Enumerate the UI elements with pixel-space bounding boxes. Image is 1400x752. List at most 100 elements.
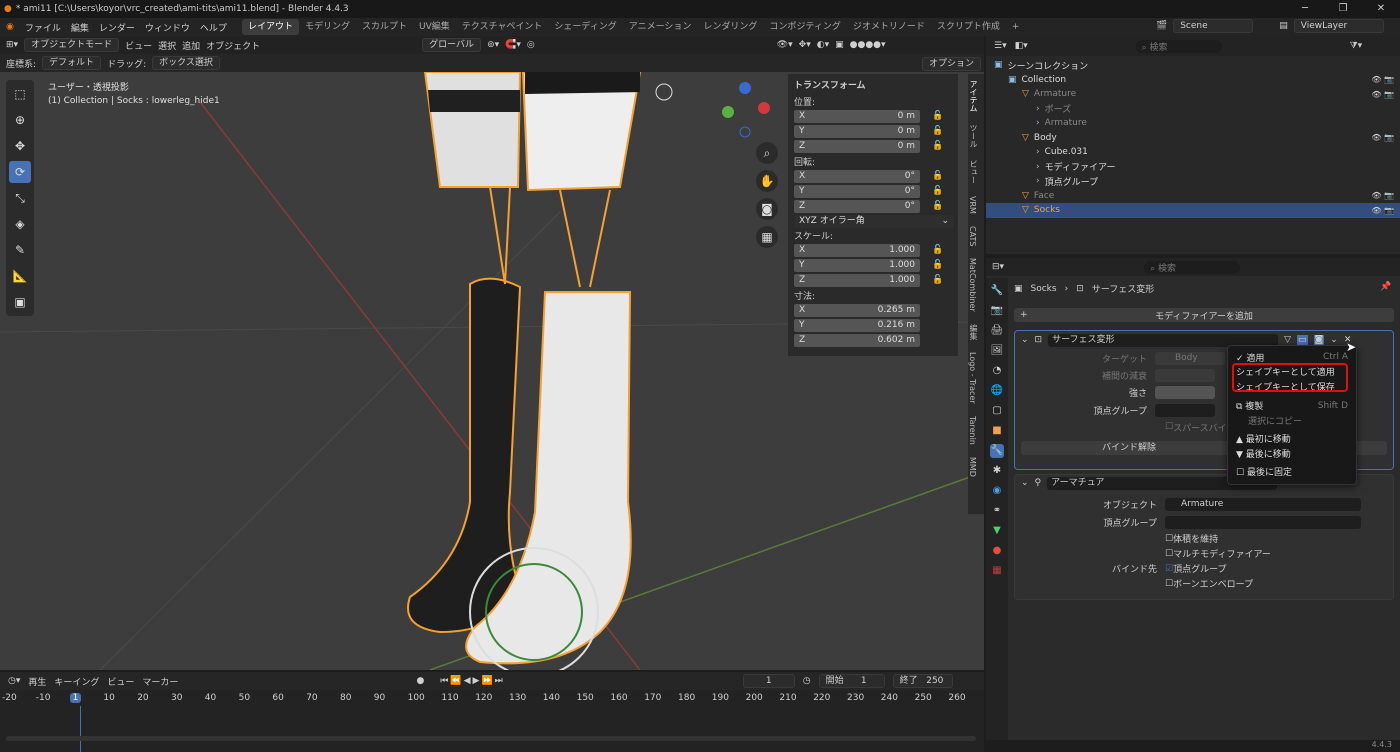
annotate-icon[interactable]: ✎ bbox=[9, 239, 31, 261]
xray-icon[interactable]: ▣ bbox=[835, 40, 844, 50]
menu-view[interactable]: ビュー bbox=[125, 39, 152, 52]
render-display-icon[interactable]: ◙ bbox=[1313, 335, 1325, 345]
tab-logo-tracer[interactable]: Logo - Tracer bbox=[968, 346, 977, 410]
preserve-volume-checkbox[interactable]: ☐ bbox=[1165, 534, 1173, 544]
armature-object-field[interactable]: Armature bbox=[1165, 497, 1361, 511]
navigation-gizmo[interactable] bbox=[722, 82, 770, 138]
dropdown-icon[interactable]: ⌄ bbox=[1330, 335, 1338, 345]
tab-mmd[interactable]: MMD bbox=[968, 451, 977, 483]
copy-to-selected-menu-item[interactable]: 選択にコピー bbox=[1228, 413, 1356, 428]
visibility-eye-icon[interactable]: 👁 📷 bbox=[1371, 75, 1400, 84]
tab-item[interactable]: アイテム bbox=[968, 74, 979, 118]
loc-y-field[interactable]: Y0 m bbox=[794, 124, 920, 138]
timeline-editor-icon[interactable]: ◷▾ bbox=[8, 676, 20, 686]
start-frame-field[interactable]: 開始 1 bbox=[818, 674, 885, 688]
menu-file[interactable]: ファイル bbox=[20, 21, 66, 34]
outliner-row[interactable]: › 頂点グループ bbox=[986, 174, 1400, 189]
collapse-icon[interactable]: ⌄ bbox=[1021, 478, 1029, 488]
outliner-row[interactable]: ▽ Socks 👁 📷 bbox=[986, 203, 1400, 218]
menu-add[interactable]: 追加 bbox=[182, 39, 200, 52]
gizmo-icon[interactable]: ✥▾ bbox=[799, 40, 811, 50]
duplicate-menu-item[interactable]: ⧉ 複製 Shift D bbox=[1228, 399, 1356, 414]
properties-editor-icon[interactable]: ⊟▾ bbox=[992, 262, 1004, 272]
tab-shading[interactable]: シェーディング bbox=[548, 19, 622, 35]
cursor-icon[interactable]: ⊕ bbox=[9, 109, 31, 131]
menu-edit[interactable]: 編集 bbox=[66, 21, 94, 34]
outliner-editor-icon[interactable]: ☰▾ bbox=[994, 41, 1007, 51]
view-layer-tab-icon[interactable]: 🖼 bbox=[990, 344, 1004, 358]
bind-vgroup-checkbox[interactable]: ☑ bbox=[1165, 564, 1173, 574]
snap-icon[interactable]: 🧲▾ bbox=[505, 40, 521, 50]
falloff-field[interactable] bbox=[1155, 368, 1215, 382]
collection-tab-icon[interactable]: ▢ bbox=[990, 404, 1004, 418]
viewlayer-field[interactable]: ViewLayer bbox=[1293, 19, 1384, 33]
lock-icon[interactable]: 🔓 bbox=[932, 186, 943, 196]
measure-icon[interactable]: 📐 bbox=[9, 265, 31, 287]
dim-y-field[interactable]: Y 0.216 m bbox=[794, 318, 920, 332]
tab-cats[interactable]: CATS bbox=[968, 220, 977, 252]
tab-sculpt[interactable]: スカルプト bbox=[356, 19, 413, 35]
texture-tab-icon[interactable]: ▦ bbox=[990, 564, 1004, 578]
viewport-display-icon[interactable]: ▭ bbox=[1297, 335, 1308, 345]
lock-icon[interactable]: 🔓 bbox=[932, 126, 943, 136]
outliner-row[interactable]: ▽ Face 👁 📷 bbox=[986, 189, 1400, 204]
menu-window[interactable]: ウィンドウ bbox=[140, 21, 195, 34]
minimize-button[interactable]: ─ bbox=[1286, 0, 1324, 18]
overlay-icon[interactable]: ◐▾ bbox=[817, 40, 829, 50]
playhead[interactable] bbox=[80, 706, 81, 752]
outliner-row[interactable]: ▣ シーンコレクション bbox=[986, 58, 1400, 73]
scene-tab-icon[interactable]: ◔ bbox=[990, 364, 1004, 378]
select-box-icon[interactable]: ⬚ bbox=[9, 83, 31, 105]
tab-edit[interactable]: 編集 bbox=[968, 318, 979, 346]
lock-icon[interactable]: 🔓 bbox=[932, 141, 943, 151]
outliner-row[interactable]: › ポーズ bbox=[986, 102, 1400, 117]
editmode-icon[interactable]: ▽ bbox=[1284, 335, 1291, 345]
tab-texture-paint[interactable]: テクスチャペイント bbox=[456, 19, 549, 35]
frame-ruler[interactable]: -20 -10 1 10 20 30 40 50 60 70 80 90 100 110 120 130 140… bbox=[0, 690, 984, 706]
scale-x-field[interactable]: X 1.000 bbox=[794, 243, 920, 257]
tab-geometry-nodes[interactable]: ジオメトリノード bbox=[847, 19, 931, 35]
3d-cursor-icon[interactable] bbox=[655, 83, 673, 101]
properties-search[interactable]: ⌕ 検索 bbox=[1144, 260, 1241, 274]
scene-field[interactable]: Scene bbox=[1173, 19, 1254, 33]
dim-z-field[interactable]: Z 0.602 m bbox=[794, 333, 920, 347]
object-tab-icon[interactable]: ■ bbox=[990, 424, 1004, 438]
lock-icon[interactable]: 🔓 bbox=[932, 201, 943, 211]
blender-menu-icon[interactable]: ◉ bbox=[0, 22, 20, 32]
lock-icon[interactable]: 🔓 bbox=[932, 245, 943, 255]
outliner-row[interactable]: ▽ Body 👁 📷 bbox=[986, 131, 1400, 146]
physics-tab-icon[interactable]: ◉ bbox=[990, 484, 1004, 498]
menu-help[interactable]: ヘルプ bbox=[195, 21, 232, 34]
record-icon[interactable]: ● bbox=[416, 676, 424, 686]
options-button[interactable]: オプション bbox=[922, 57, 982, 71]
bind-envelope-checkbox[interactable]: ☐ bbox=[1165, 579, 1173, 589]
scale-icon[interactable]: ⤡ bbox=[9, 187, 31, 209]
particles-tab-icon[interactable]: ✱ bbox=[990, 464, 1004, 478]
pin-last-menu-item[interactable]: ☐ 最後に固定 bbox=[1228, 465, 1356, 480]
marker-menu[interactable]: マーカー bbox=[142, 675, 178, 688]
current-frame-field[interactable]: 1 bbox=[742, 674, 795, 688]
add-modifier-button[interactable]: + モディファイアーを追加 bbox=[1014, 308, 1394, 322]
rot-y-field[interactable]: Y 0° bbox=[794, 184, 920, 198]
pin-icon[interactable]: 📌 bbox=[1380, 282, 1391, 292]
lock-icon[interactable]: 🔓 bbox=[932, 171, 943, 181]
pivot-icon[interactable]: ⊚▾ bbox=[487, 40, 499, 50]
rotate-icon[interactable]: ⟳ bbox=[9, 161, 31, 183]
visibility-eye-icon[interactable]: 👁 📷 bbox=[1371, 206, 1400, 215]
move-first-menu-item[interactable]: ▲ 最初に移動 bbox=[1228, 432, 1356, 447]
tab-compositing[interactable]: コンポジティング bbox=[763, 19, 846, 35]
rotation-mode-select[interactable]: XYZ オイラー角 ⌄ bbox=[794, 214, 954, 228]
modifier-tab-icon[interactable]: 🔧 bbox=[990, 444, 1004, 458]
dim-x-field[interactable]: X 0.265 m bbox=[794, 303, 920, 317]
stopwatch-icon[interactable]: ◷ bbox=[803, 676, 811, 686]
coords-select[interactable]: デフォルト bbox=[42, 56, 102, 70]
tab-animation[interactable]: アニメーション bbox=[623, 19, 698, 35]
mode-select[interactable]: オブジェクトモード bbox=[24, 38, 120, 52]
orientation-select[interactable]: グローバル bbox=[422, 38, 482, 52]
lock-icon[interactable]: 🔓 bbox=[932, 275, 943, 285]
tab-modeling[interactable]: モデリング bbox=[299, 19, 356, 35]
keying-menu[interactable]: キーイング bbox=[54, 675, 99, 688]
transform-header[interactable]: トランスフォーム bbox=[788, 74, 958, 95]
display-mode-icon[interactable]: ◧▾ bbox=[1015, 41, 1028, 51]
drag-select[interactable]: ボックス選択 bbox=[152, 56, 220, 70]
